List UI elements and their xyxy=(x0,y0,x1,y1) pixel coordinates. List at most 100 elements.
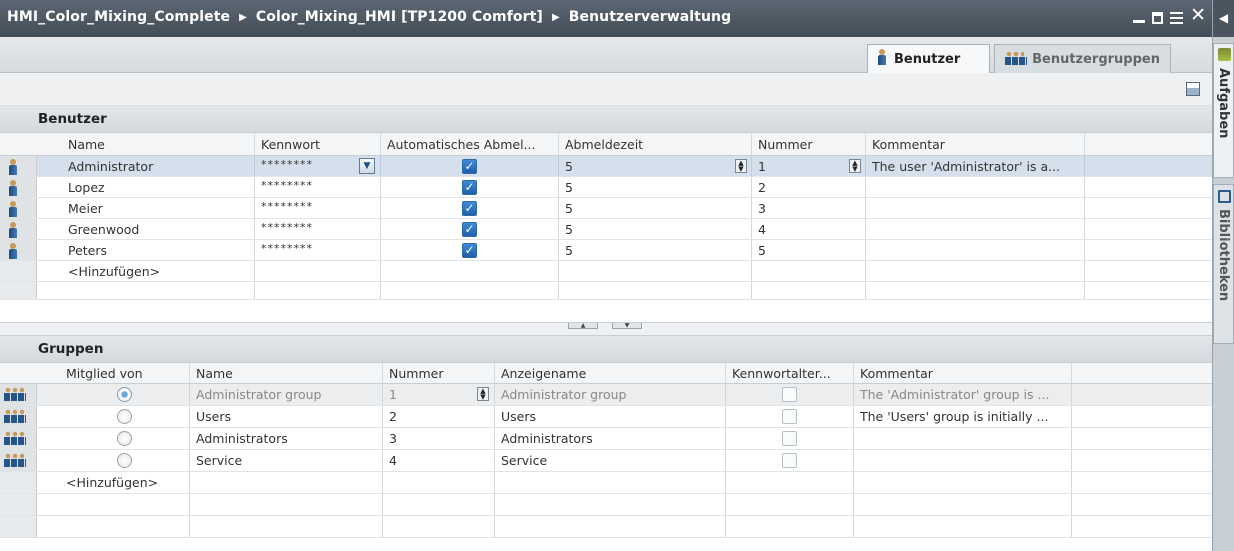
add-group-row[interactable]: <Hinzufügen> xyxy=(0,472,1212,494)
row-header[interactable] xyxy=(0,219,37,239)
column-header-group-comment[interactable]: Kommentar xyxy=(854,363,1072,383)
user-number-cell[interactable]: 5 xyxy=(752,240,866,260)
group-number-cell[interactable]: 2 xyxy=(383,406,495,427)
tab-user-groups[interactable]: Benutzergruppen xyxy=(994,44,1171,73)
row-header[interactable] xyxy=(0,156,37,176)
add-user-cell[interactable]: <Hinzufügen> xyxy=(62,261,255,281)
table-row[interactable]: Service 4 Service xyxy=(0,450,1212,472)
add-user-row[interactable]: <Hinzufügen> xyxy=(0,261,1212,282)
breadcrumb-project[interactable]: HMI_Color_Mixing_Complete xyxy=(7,9,230,25)
row-header[interactable] xyxy=(0,450,37,471)
logoff-time-cell[interactable]: 5 xyxy=(559,240,752,260)
user-name-cell[interactable]: Peters xyxy=(62,240,255,260)
password-aging-checkbox[interactable] xyxy=(782,453,797,468)
display-name-cell[interactable]: Users xyxy=(495,406,726,427)
pane-splitter[interactable]: ▲ ▼ xyxy=(0,322,1212,336)
user-name-cell[interactable]: Meier xyxy=(62,198,255,218)
breadcrumb-device[interactable]: Color_Mixing_HMI [TP1200 Comfort] xyxy=(256,9,543,25)
table-row[interactable]: Meier ******** ✓ 5 3 xyxy=(0,198,1212,219)
minimize-icon[interactable] xyxy=(1133,20,1146,23)
checkbox-checked-icon[interactable]: ✓ xyxy=(462,200,477,216)
row-header[interactable] xyxy=(0,240,37,260)
password-aging-checkbox[interactable] xyxy=(782,409,797,424)
close-icon[interactable]: ✕ xyxy=(1190,6,1206,25)
password-cell[interactable]: ******** xyxy=(255,177,381,197)
user-number-cell[interactable]: 4 xyxy=(752,219,866,239)
row-header[interactable] xyxy=(0,177,37,197)
column-header-logoff-time[interactable]: Abmeldezeit xyxy=(559,133,752,155)
group-number-spinner-icon[interactable]: ▲ ▼ xyxy=(477,387,489,401)
column-header-auto-logoff[interactable]: Automatisches Abmel... xyxy=(381,133,559,155)
column-header-password-aging[interactable]: Kennwortalter... xyxy=(726,363,854,383)
column-header-name[interactable]: Name xyxy=(62,133,255,155)
logoff-time-cell[interactable]: 5 xyxy=(559,177,752,197)
password-aging-cell[interactable] xyxy=(726,406,854,427)
number-spinner-icon[interactable]: ▲ ▼ xyxy=(849,159,861,173)
user-name-cell[interactable]: Greenwood xyxy=(62,219,255,239)
column-header-display-name[interactable]: Anzeigename xyxy=(495,363,726,383)
logoff-time-cell[interactable]: 5 xyxy=(559,156,752,176)
export-icon[interactable] xyxy=(1186,82,1200,96)
auto-logoff-cell[interactable]: ✓ xyxy=(381,177,559,197)
user-number-cell[interactable]: 2 xyxy=(752,177,866,197)
group-name-cell[interactable]: Administrators xyxy=(190,428,383,449)
table-row[interactable]: Users 2 Users The 'Users' group is initiall… xyxy=(0,406,1212,428)
column-header-number[interactable]: Nummer xyxy=(752,133,866,155)
auto-logoff-cell[interactable]: ✓ xyxy=(381,240,559,260)
group-comment-cell[interactable] xyxy=(854,428,1072,449)
column-header-group-name[interactable]: Name xyxy=(190,363,383,383)
row-header[interactable] xyxy=(0,428,37,449)
checkbox-checked-icon[interactable]: ✓ xyxy=(462,221,477,237)
side-tab-tasks[interactable]: Aufgaben xyxy=(1213,43,1234,178)
auto-logoff-cell[interactable]: ✓ xyxy=(381,156,559,176)
password-cell[interactable]: ******** xyxy=(255,240,381,260)
column-header-member-of[interactable]: Mitglied von xyxy=(60,363,190,383)
side-tab-libraries[interactable]: Bibliotheken xyxy=(1213,184,1234,344)
column-header-comment[interactable]: Kommentar xyxy=(866,133,1085,155)
table-row[interactable]: Administrator group 1 Administrator group T… xyxy=(0,384,1212,406)
tab-users[interactable]: Benutzer xyxy=(867,44,990,73)
table-row[interactable]: Administrators 3 Administrators xyxy=(0,428,1212,450)
password-aging-checkbox[interactable] xyxy=(782,431,797,446)
logoff-time-cell[interactable]: 5 xyxy=(559,219,752,239)
display-name-cell[interactable]: Administrator group xyxy=(495,384,726,405)
checkbox-checked-icon[interactable]: ✓ xyxy=(462,179,477,195)
row-header[interactable] xyxy=(0,198,37,218)
auto-logoff-cell[interactable]: ✓ xyxy=(381,219,559,239)
member-of-cell[interactable] xyxy=(60,450,190,471)
user-comment-cell[interactable]: The user 'Administrator' is a... xyxy=(866,156,1085,176)
member-of-cell[interactable] xyxy=(60,384,190,405)
group-comment-cell[interactable]: The 'Users' group is initially ... xyxy=(854,406,1072,427)
password-cell[interactable]: ******** xyxy=(255,219,381,239)
auto-logoff-cell[interactable]: ✓ xyxy=(381,198,559,218)
group-comment-cell[interactable]: The 'Administrator' group is ... xyxy=(854,384,1072,405)
group-name-cell[interactable]: Service xyxy=(190,450,383,471)
user-number-cell[interactable]: 3 xyxy=(752,198,866,218)
table-row[interactable]: Lopez ******** ✓ 5 2 xyxy=(0,177,1212,198)
password-aging-cell[interactable] xyxy=(726,384,854,405)
table-row[interactable]: Peters ******** ✓ 5 5 xyxy=(0,240,1212,261)
member-radio[interactable] xyxy=(117,387,132,402)
user-comment-cell[interactable] xyxy=(866,177,1085,197)
member-radio[interactable] xyxy=(117,453,132,468)
group-number-cell[interactable]: 4 xyxy=(383,450,495,471)
member-of-cell[interactable] xyxy=(60,428,190,449)
member-radio[interactable] xyxy=(117,409,132,424)
user-comment-cell[interactable] xyxy=(866,219,1085,239)
splitter-up-icon[interactable]: ▲ xyxy=(568,323,598,329)
password-aging-cell[interactable] xyxy=(726,450,854,471)
column-header-password[interactable]: Kennwort xyxy=(255,133,381,155)
group-comment-cell[interactable] xyxy=(854,450,1072,471)
member-of-cell[interactable] xyxy=(60,406,190,427)
collapse-arrow-icon[interactable]: ◀ xyxy=(1213,0,1234,37)
user-comment-cell[interactable] xyxy=(866,240,1085,260)
splitter-down-icon[interactable]: ▼ xyxy=(612,323,642,329)
checkbox-checked-icon[interactable]: ✓ xyxy=(462,242,477,258)
password-cell[interactable]: ******** xyxy=(255,198,381,218)
user-name-cell[interactable]: Lopez xyxy=(62,177,255,197)
logoff-time-cell[interactable]: 5 xyxy=(559,198,752,218)
display-name-cell[interactable]: Administrators xyxy=(495,428,726,449)
logoff-time-spinner-icon[interactable]: ▲ ▼ xyxy=(735,159,747,173)
password-aging-cell[interactable] xyxy=(726,428,854,449)
password-dropdown-icon[interactable]: ▼ xyxy=(359,158,375,174)
